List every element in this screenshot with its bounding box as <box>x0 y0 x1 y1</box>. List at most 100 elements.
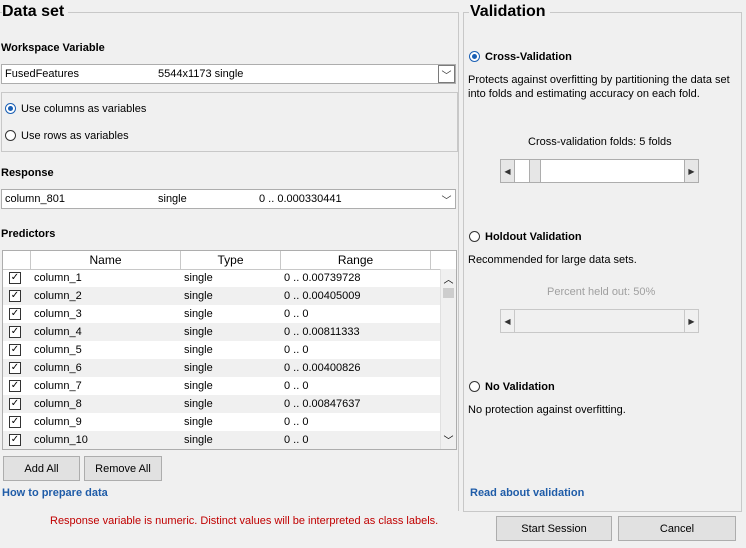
predictors-label: Predictors <box>1 228 56 240</box>
use-rows-label[interactable]: Use rows as variables <box>21 130 129 142</box>
slider-thumb[interactable] <box>529 160 541 182</box>
no-validation-radio[interactable] <box>469 381 480 392</box>
cell-range: 0 .. 0.00739728 <box>284 272 361 284</box>
row-checkbox[interactable]: ✓ <box>9 326 21 338</box>
row-checkbox[interactable]: ✓ <box>9 344 21 356</box>
warning-text: Response variable is numeric. Distinct v… <box>50 515 439 527</box>
cross-validation-radio[interactable] <box>469 51 480 62</box>
table-row[interactable]: ✓ column_7 single 0 .. 0 <box>3 377 441 395</box>
table-row[interactable]: ✓ column_9 single 0 .. 0 <box>3 413 441 431</box>
workspace-variable-info: 5544x1173 single <box>158 68 244 80</box>
holdout-slider: ◀ ▶ <box>500 309 699 333</box>
cross-validation-desc-1: Protects against overfitting by partitio… <box>468 74 730 86</box>
workspace-variable-label: Workspace Variable <box>1 42 105 54</box>
cell-name: column_10 <box>34 434 88 446</box>
row-checkbox[interactable]: ✓ <box>9 290 21 302</box>
scroll-up-icon[interactable]: ︿ <box>441 271 456 286</box>
cell-range: 0 .. 0.00847637 <box>284 398 361 410</box>
row-checkbox[interactable]: ✓ <box>9 434 21 446</box>
row-checkbox[interactable]: ✓ <box>9 362 21 374</box>
cell-name: column_5 <box>34 344 82 356</box>
row-checkbox[interactable]: ✓ <box>9 380 21 392</box>
cell-type: single <box>184 362 213 374</box>
no-validation-desc: No protection against overfitting. <box>468 404 626 416</box>
cell-type: single <box>184 272 213 284</box>
cell-name: column_7 <box>34 380 82 392</box>
no-validation-label[interactable]: No Validation <box>485 381 555 393</box>
response-combo[interactable]: column_801 single 0 .. 0.000330441 ﹀ <box>1 189 456 209</box>
header-check <box>3 251 31 269</box>
folds-slider[interactable]: ◀ ▶ <box>500 159 699 183</box>
table-row[interactable]: ✓ column_6 single 0 .. 0.00400826 <box>3 359 441 377</box>
start-session-button[interactable]: Start Session <box>496 516 612 541</box>
chevron-down-icon[interactable]: ﹀ <box>438 190 455 208</box>
table-row[interactable]: ✓ column_2 single 0 .. 0.00405009 <box>3 287 441 305</box>
cell-name: column_8 <box>34 398 82 410</box>
remove-all-button[interactable]: Remove All <box>84 456 162 481</box>
header-range[interactable]: Range <box>281 251 431 269</box>
row-checkbox[interactable]: ✓ <box>9 272 21 284</box>
cell-range: 0 .. 0.00400826 <box>284 362 361 374</box>
cell-type: single <box>184 344 213 356</box>
cell-name: column_2 <box>34 290 82 302</box>
slider-right-icon: ▶ <box>684 310 698 332</box>
scroll-down-icon[interactable]: ﹀ <box>441 432 456 447</box>
folds-label: Cross-validation folds: 5 folds <box>528 136 672 148</box>
predictors-table: Name Type Range ✓ column_1 single 0 .. 0.00… <box>2 250 457 450</box>
cancel-button[interactable]: Cancel <box>618 516 736 541</box>
read-about-validation-link[interactable]: Read about validation <box>470 487 584 499</box>
holdout-validation-label[interactable]: Holdout Validation <box>485 231 582 243</box>
scroll-thumb[interactable] <box>443 288 454 298</box>
cell-type: single <box>184 416 213 428</box>
response-name: column_801 <box>5 193 65 205</box>
table-row[interactable]: ✓ column_8 single 0 .. 0.00847637 <box>3 395 441 413</box>
cell-range: 0 .. 0 <box>284 308 309 320</box>
workspace-variable-name: FusedFeatures <box>5 68 79 80</box>
validation-title: Validation <box>469 3 550 21</box>
cell-name: column_1 <box>34 272 82 284</box>
row-checkbox[interactable]: ✓ <box>9 308 21 320</box>
table-scrollbar[interactable]: ︿ ﹀ <box>440 269 456 449</box>
chevron-down-icon[interactable]: ﹀ <box>438 65 455 83</box>
cell-type: single <box>184 380 213 392</box>
header-type[interactable]: Type <box>181 251 281 269</box>
percent-held-out-label: Percent held out: 50% <box>547 286 656 298</box>
table-row[interactable]: ✓ column_1 single 0 .. 0.00739728 <box>3 269 441 287</box>
table-header: Name Type Range <box>3 251 441 270</box>
table-row[interactable]: ✓ column_5 single 0 .. 0 <box>3 341 441 359</box>
how-to-prepare-data-link[interactable]: How to prepare data <box>2 487 108 499</box>
cell-type: single <box>184 434 213 446</box>
slider-left-icon: ◀ <box>501 310 515 332</box>
table-row[interactable]: ✓ column_4 single 0 .. 0.00811333 <box>3 323 441 341</box>
row-checkbox[interactable]: ✓ <box>9 416 21 428</box>
slider-right-icon[interactable]: ▶ <box>684 160 698 182</box>
slider-left-icon[interactable]: ◀ <box>501 160 515 182</box>
cell-type: single <box>184 290 213 302</box>
cross-validation-label[interactable]: Cross-Validation <box>485 51 572 63</box>
holdout-validation-radio[interactable] <box>469 231 480 242</box>
use-rows-radio[interactable] <box>5 130 16 141</box>
cell-range: 0 .. 0.00811333 <box>284 326 360 338</box>
cell-name: column_6 <box>34 362 82 374</box>
holdout-desc: Recommended for large data sets. <box>468 254 637 266</box>
workspace-variable-combo[interactable]: FusedFeatures 5544x1173 single ﹀ <box>1 64 456 84</box>
orientation-box <box>1 92 458 152</box>
cell-name: column_9 <box>34 416 82 428</box>
cell-range: 0 .. 0 <box>284 416 309 428</box>
use-columns-label[interactable]: Use columns as variables <box>21 103 146 115</box>
dataset-title: Data set <box>2 3 69 21</box>
table-row[interactable]: ✓ column_10 single 0 .. 0 <box>3 431 441 449</box>
cell-type: single <box>184 326 213 338</box>
cell-name: column_3 <box>34 308 82 320</box>
table-row[interactable]: ✓ column_3 single 0 .. 0 <box>3 305 441 323</box>
use-columns-radio[interactable] <box>5 103 16 114</box>
add-all-button[interactable]: Add All <box>3 456 80 481</box>
cell-type: single <box>184 308 213 320</box>
cell-range: 0 .. 0 <box>284 344 309 356</box>
response-label: Response <box>1 167 54 179</box>
cell-range: 0 .. 0 <box>284 380 309 392</box>
cell-range: 0 .. 0 <box>284 434 309 446</box>
header-name[interactable]: Name <box>31 251 181 269</box>
row-checkbox[interactable]: ✓ <box>9 398 21 410</box>
response-type: single <box>158 193 187 205</box>
